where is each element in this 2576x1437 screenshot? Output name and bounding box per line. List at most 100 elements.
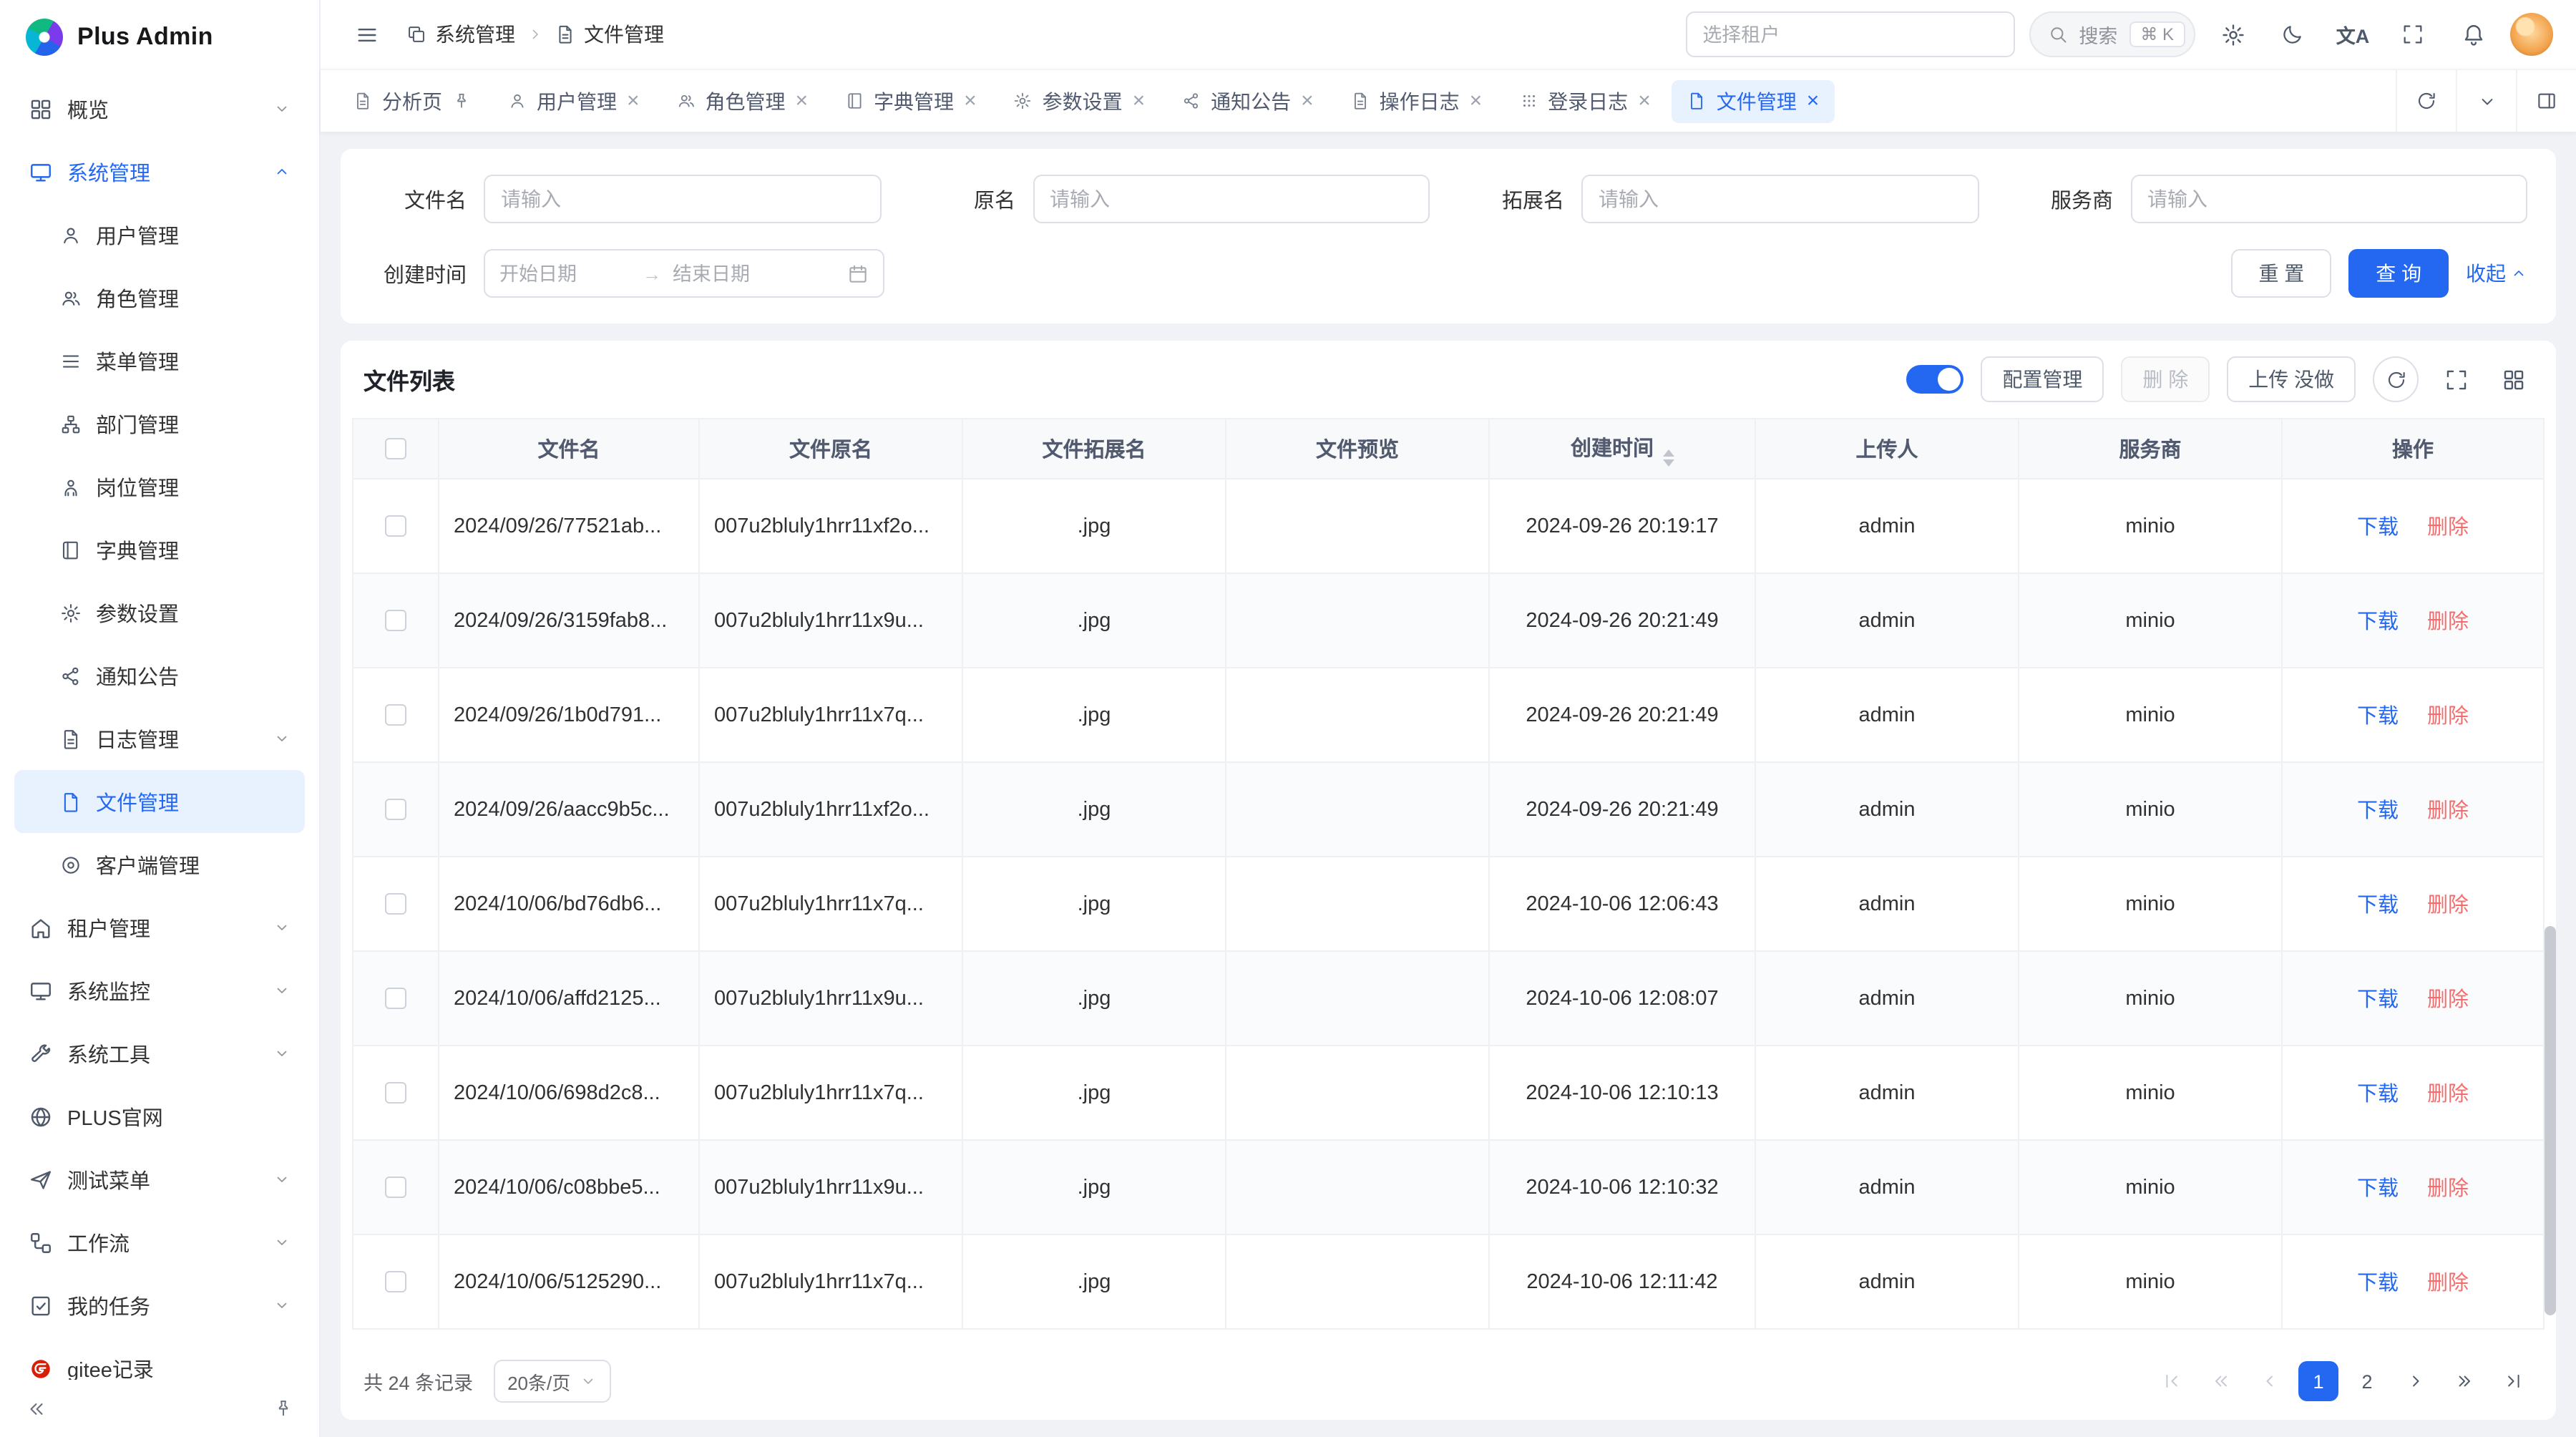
sidebar-item-workflow[interactable]: 工作流 — [14, 1211, 305, 1274]
row-checkbox[interactable] — [385, 799, 406, 820]
sidebar-item-role-mgmt[interactable]: 角色管理 — [14, 266, 305, 329]
file-name-input[interactable] — [484, 175, 881, 223]
row-checkbox[interactable] — [385, 1082, 406, 1104]
table-refresh-button[interactable] — [2373, 356, 2419, 402]
vertical-scrollbar[interactable] — [2545, 927, 2556, 1315]
config-management-button[interactable]: 配置管理 — [1981, 356, 2104, 402]
collapse-filters-link[interactable]: 收起 — [2466, 259, 2527, 288]
date-range-picker[interactable]: → — [484, 249, 884, 298]
page-size-select[interactable]: 20条/页 — [493, 1360, 610, 1403]
tab-close-icon[interactable]: × — [964, 90, 977, 112]
sidebar-item-system-monitor[interactable]: 系统监控 — [14, 959, 305, 1022]
tab-close-icon[interactable]: × — [796, 90, 809, 112]
breadcrumb-item-files[interactable]: 文件管理 — [555, 20, 664, 49]
sidebar-pin-button[interactable] — [265, 1390, 302, 1427]
row-checkbox[interactable] — [385, 1271, 406, 1292]
row-checkbox[interactable] — [385, 515, 406, 537]
sidebar-item-plus-site[interactable]: PLUS官网 — [14, 1085, 305, 1148]
tabs-menu-button[interactable] — [2456, 70, 2516, 132]
tab-param-settings[interactable]: 参数设置 × — [998, 79, 1161, 122]
extension-input[interactable] — [1581, 175, 1979, 223]
language-button[interactable]: 文A — [2330, 11, 2376, 57]
delete-link[interactable]: 删除 — [2427, 895, 2469, 917]
upload-button[interactable]: 上传 没做 — [2227, 356, 2356, 402]
sidebar-item-menu-mgmt[interactable]: 菜单管理 — [14, 329, 305, 392]
pagination-jump-next-button[interactable] — [2444, 1361, 2484, 1401]
tab-op-log[interactable]: 操作日志 × — [1335, 79, 1498, 122]
delete-link[interactable]: 删除 — [2427, 1272, 2469, 1295]
sidebar-item-dict-mgmt[interactable]: 字典管理 — [14, 518, 305, 581]
global-search[interactable]: 搜索 ⌘ K — [2029, 11, 2195, 57]
table-fullscreen-button[interactable] — [2436, 359, 2476, 399]
tab-login-log[interactable]: 登录日志 × — [1503, 79, 1667, 122]
search-button[interactable]: 查 询 — [2348, 249, 2449, 298]
fullscreen-button[interactable] — [2390, 11, 2436, 57]
sidebar-item-system-tools[interactable]: 系统工具 — [14, 1022, 305, 1085]
sidebar-item-user-mgmt[interactable]: 用户管理 — [14, 203, 305, 266]
sidebar-item-param-settings[interactable]: 参数设置 — [14, 581, 305, 644]
tab-close-icon[interactable]: × — [1133, 90, 1146, 112]
delete-link[interactable]: 删除 — [2427, 611, 2469, 634]
provider-input[interactable] — [2130, 175, 2527, 223]
tab-close-icon[interactable]: × — [1807, 90, 1820, 112]
app-logo[interactable]: Plus Admin — [0, 0, 319, 74]
table-columns-button[interactable] — [2493, 359, 2533, 399]
download-link[interactable]: 下载 — [2357, 989, 2399, 1012]
tab-file-mgmt[interactable]: 文件管理 × — [1672, 79, 1835, 122]
delete-link[interactable]: 删除 — [2427, 1178, 2469, 1201]
pagination-prev-button[interactable] — [2250, 1361, 2290, 1401]
row-checkbox[interactable] — [385, 893, 406, 915]
pagination-page-1[interactable]: 1 — [2298, 1361, 2338, 1401]
settings-button[interactable] — [2210, 11, 2255, 57]
sidebar-item-client-mgmt[interactable]: 客户端管理 — [14, 833, 305, 896]
sidebar-item-test-menu[interactable]: 测试菜单 — [14, 1148, 305, 1211]
download-link[interactable]: 下载 — [2357, 800, 2399, 823]
row-checkbox[interactable] — [385, 610, 406, 631]
tab-notice[interactable]: 通知公告 × — [1166, 79, 1330, 122]
start-date-input[interactable] — [499, 263, 631, 284]
delete-link[interactable]: 删除 — [2427, 517, 2469, 540]
row-checkbox[interactable] — [385, 704, 406, 726]
delete-link[interactable]: 删除 — [2427, 706, 2469, 729]
tab-role-mgmt[interactable]: 角色管理 × — [661, 79, 824, 122]
tab-close-icon[interactable]: × — [1301, 90, 1314, 112]
row-checkbox[interactable] — [385, 988, 406, 1009]
bulk-delete-button[interactable]: 删 除 — [2121, 356, 2210, 402]
sidebar-item-log-mgmt[interactable]: 日志管理 — [14, 707, 305, 770]
sidebar-item-overview[interactable]: 概览 — [14, 77, 305, 140]
pagination-next-button[interactable] — [2396, 1361, 2436, 1401]
download-link[interactable]: 下载 — [2357, 895, 2399, 917]
download-link[interactable]: 下载 — [2357, 1272, 2399, 1295]
sidebar-item-post-mgmt[interactable]: 岗位管理 — [14, 455, 305, 518]
delete-link[interactable]: 删除 — [2427, 1083, 2469, 1106]
tab-analysis[interactable]: 分析页 — [338, 79, 487, 122]
sort-icon[interactable] — [1662, 449, 1674, 466]
tabs-refresh-button[interactable] — [2396, 70, 2456, 132]
download-link[interactable]: 下载 — [2357, 706, 2399, 729]
pagination-first-button[interactable] — [2152, 1361, 2192, 1401]
dark-mode-button[interactable] — [2270, 11, 2316, 57]
sidebar-item-tenant-mgmt[interactable]: 租户管理 — [14, 896, 305, 959]
tabs-layout-button[interactable] — [2516, 70, 2576, 132]
tab-close-icon[interactable]: × — [1470, 90, 1483, 112]
row-checkbox[interactable] — [385, 1177, 406, 1198]
tab-close-icon[interactable]: × — [627, 90, 640, 112]
notifications-button[interactable] — [2450, 11, 2496, 57]
pagination-last-button[interactable] — [2493, 1361, 2533, 1401]
delete-link[interactable]: 删除 — [2427, 989, 2469, 1012]
tab-user-mgmt[interactable]: 用户管理 × — [492, 79, 655, 122]
reset-button[interactable]: 重 置 — [2231, 249, 2331, 298]
pagination-jump-prev-button[interactable] — [2201, 1361, 2241, 1401]
original-name-input[interactable] — [1033, 175, 1430, 223]
breadcrumb-item-system[interactable]: 系统管理 — [406, 20, 515, 49]
tenant-select-input[interactable] — [1685, 11, 2014, 57]
sidebar-item-dept-mgmt[interactable]: 部门管理 — [14, 392, 305, 455]
sidebar-item-file-mgmt[interactable]: 文件管理 — [14, 770, 305, 833]
end-date-input[interactable] — [673, 263, 804, 284]
sidebar-collapse-button[interactable] — [17, 1390, 54, 1427]
menu-toggle-button[interactable] — [343, 11, 389, 57]
col-created[interactable]: 创建时间 — [1489, 419, 1755, 479]
pagination-page-2[interactable]: 2 — [2347, 1361, 2387, 1401]
tab-dict-mgmt[interactable]: 字典管理 × — [829, 79, 992, 122]
avatar[interactable] — [2510, 13, 2553, 56]
